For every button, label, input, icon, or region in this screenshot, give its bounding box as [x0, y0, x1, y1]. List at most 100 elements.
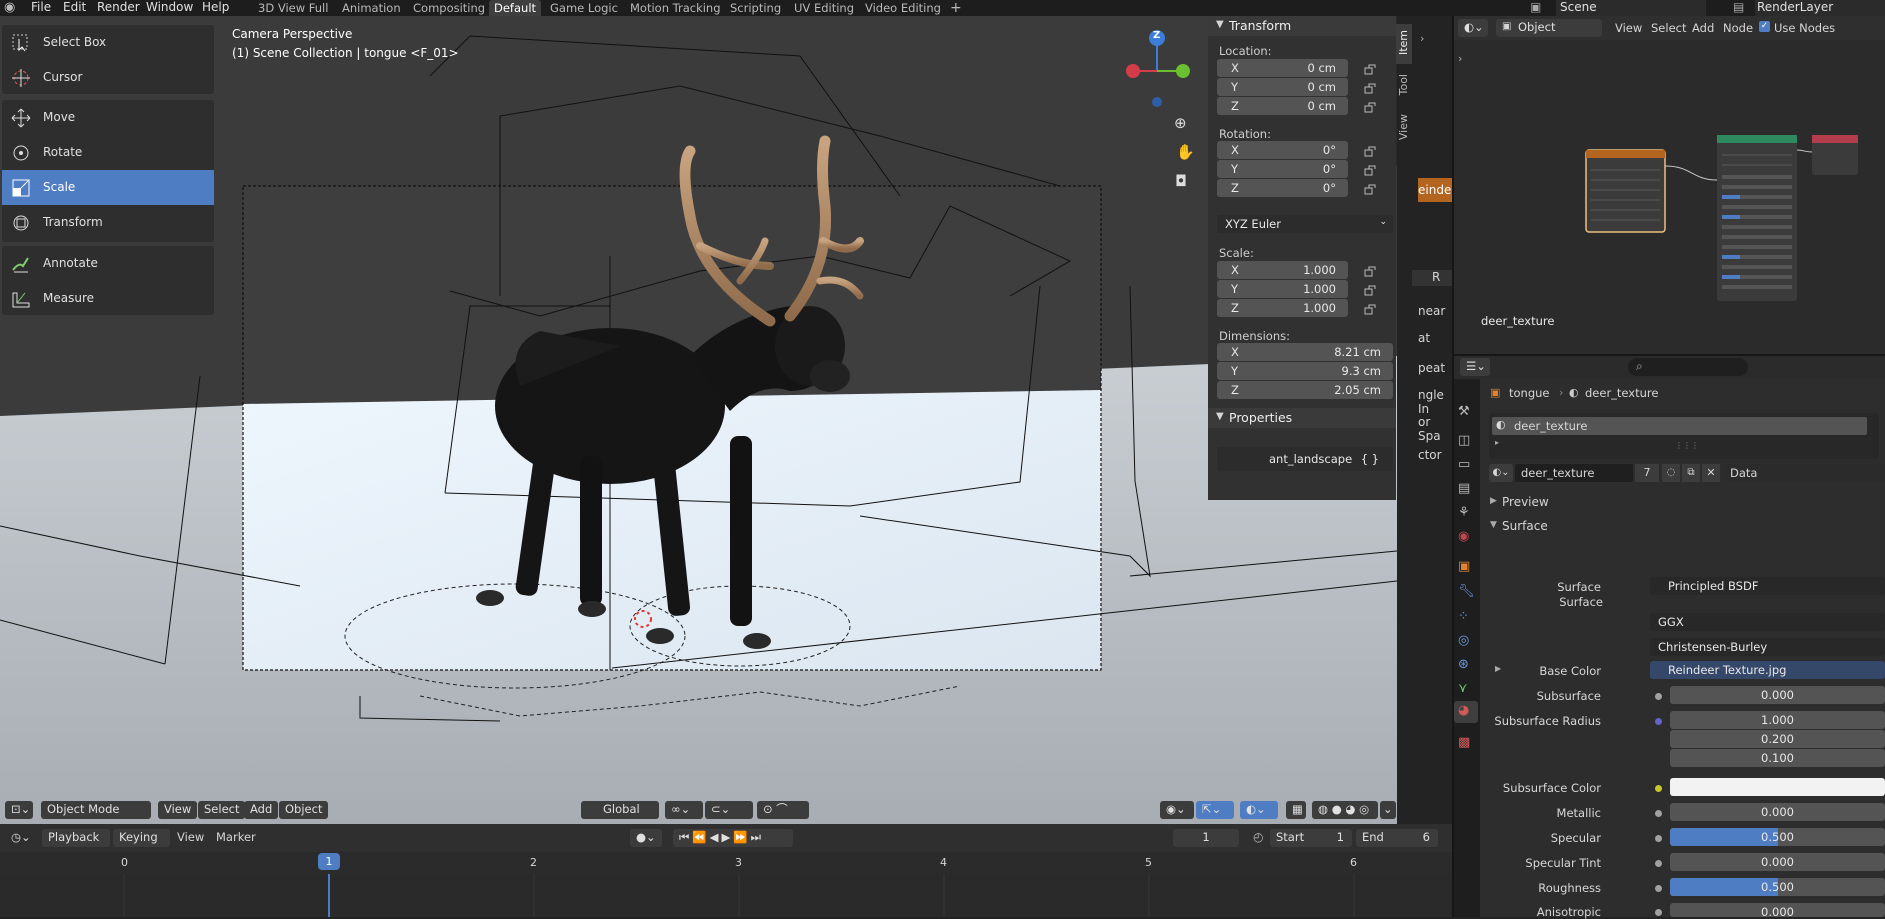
tool-select-box[interactable]: Select Box — [2, 25, 214, 60]
anisotropic-field[interactable]: 0.000 — [1670, 903, 1885, 919]
menu-object[interactable]: Object — [279, 801, 329, 819]
modifier-tab-icon[interactable]: 🔧︎ — [1458, 584, 1475, 599]
editor-separator[interactable] — [1452, 354, 1885, 356]
end-frame-field[interactable]: End 6 — [1356, 829, 1438, 847]
tab-motion-tracking[interactable]: Motion Tracking — [625, 0, 726, 16]
xray-icon[interactable]: ▦ — [1286, 801, 1306, 819]
menu-view[interactable]: View — [177, 830, 204, 844]
material-slot-row[interactable]: ◐ deer_texture — [1492, 417, 1867, 435]
menu-select[interactable]: Select — [1651, 21, 1686, 35]
shading-mode-icons[interactable]: ◍ ● ◕ ◎ — [1312, 801, 1378, 819]
menu-file[interactable]: File — [31, 0, 51, 16]
lock-icon[interactable] — [1364, 82, 1378, 94]
dimensions-z-field[interactable]: Z 2.05 cm — [1217, 381, 1393, 399]
object-tab-icon[interactable]: ▣ — [1458, 559, 1470, 574]
shader-type-dropdown[interactable]: Object — [1496, 19, 1602, 37]
output-tab-icon[interactable]: ▭ — [1458, 457, 1470, 472]
editor-type-icon[interactable]: ◐⌄ — [1458, 19, 1488, 37]
rotation-y-field[interactable]: Y 0° — [1217, 160, 1348, 178]
material-browse-icon[interactable]: ◐⌄ — [1489, 464, 1513, 482]
tool-move[interactable]: Move — [2, 100, 214, 135]
menu-select[interactable]: Select — [198, 801, 246, 819]
base-color-link-field[interactable]: Reindeer Texture.jpg — [1650, 661, 1885, 679]
surface-panel-header[interactable]: ▼ Surface — [1480, 517, 1885, 537]
visibility-icon[interactable]: ◉⌄ — [1160, 801, 1194, 819]
menu-edit[interactable]: Edit — [63, 0, 86, 16]
scene-selector[interactable]: Scene — [1556, 0, 1706, 16]
data-tab-icon[interactable]: ⋎ — [1458, 681, 1468, 696]
material-tab[interactable]: ◕ — [1454, 701, 1478, 723]
distribution-dropdown[interactable]: GGX — [1650, 613, 1885, 631]
specular-tint-field[interactable]: 0.000 — [1670, 853, 1885, 871]
shader-node-editor[interactable]: ◐⌄ Object ▣ View Select Add Node ✓ Use N… — [1452, 16, 1885, 354]
location-z-field[interactable]: Z0 cm — [1217, 97, 1348, 115]
location-y-field[interactable]: Y0 cm — [1217, 78, 1348, 96]
rotation-z-field[interactable]: Z 0° — [1217, 179, 1348, 197]
view-layer-tab-icon[interactable]: ▤ — [1458, 481, 1470, 496]
start-frame-field[interactable]: Start 1 — [1270, 829, 1352, 847]
menu-add[interactable]: Add — [1692, 21, 1714, 35]
menu-view[interactable]: View — [1615, 21, 1642, 35]
editor-type-icon[interactable]: ⊡⌄ — [5, 801, 33, 819]
unlink-icon[interactable]: ✕ — [1702, 464, 1720, 482]
material-slot-list[interactable]: ◐ deer_texture ▸ ⋮⋮⋮ — [1489, 413, 1879, 459]
preview-panel-header[interactable]: ▶ Preview — [1480, 493, 1885, 513]
lock-icon[interactable] — [1364, 101, 1378, 113]
user-count[interactable]: 7 — [1635, 464, 1659, 482]
tab-uv-editing[interactable]: UV Editing — [789, 0, 859, 16]
tool-cursor[interactable]: Cursor — [2, 60, 214, 95]
tab-item[interactable]: Item — [1396, 24, 1412, 64]
specular-slider[interactable]: 0.500 — [1670, 828, 1885, 846]
overlay-toggle-icon[interactable]: ◐⌄ — [1240, 801, 1278, 819]
subsurface-radius-y-field[interactable]: 0.200 — [1670, 730, 1885, 748]
menu-view[interactable]: View — [158, 801, 198, 819]
tool-measure[interactable]: Measure — [2, 281, 214, 316]
properties-panel-header[interactable]: ▼ Properties — [1208, 408, 1396, 428]
rotation-x-field[interactable]: X 0° — [1217, 141, 1348, 159]
lock-icon[interactable] — [1364, 303, 1378, 315]
frame-ruler[interactable]: 0 1 2 3 4 5 6 — [0, 852, 1452, 874]
tab-scripting[interactable]: Scripting — [725, 0, 786, 16]
lock-icon[interactable] — [1364, 284, 1378, 296]
roughness-slider[interactable]: 0.500 — [1670, 878, 1885, 896]
tool-scale[interactable]: Scale — [2, 170, 214, 205]
auto-keying-icon[interactable]: ●⌄ — [630, 829, 662, 847]
tool-tab-icon[interactable]: ⚒ — [1458, 404, 1470, 419]
zoom-icon[interactable]: ⊕ — [1174, 114, 1187, 132]
gizmo-toggle-icon[interactable]: ⇱⌄ — [1196, 801, 1234, 819]
link-mode-dropdown[interactable]: Data — [1724, 464, 1885, 482]
collapse-chevron-icon[interactable]: › — [1420, 32, 1424, 45]
tab-game-logic[interactable]: Game Logic — [545, 0, 623, 16]
3d-viewport[interactable]: Select Box Cursor Move Rotate Scale Tran… — [0, 16, 1397, 824]
node-graph[interactable] — [1452, 40, 1885, 354]
scale-z-field[interactable]: Z 1.000 — [1217, 299, 1348, 317]
lock-icon[interactable] — [1364, 63, 1378, 75]
tab-video-editing[interactable]: Video Editing — [860, 0, 946, 16]
particles-tab-icon[interactable]: ⁘ — [1458, 609, 1469, 624]
current-frame-field[interactable]: 1 — [1173, 829, 1239, 847]
resize-handle-icon[interactable]: ⋮⋮⋮ — [1675, 441, 1699, 450]
object-mode-dropdown[interactable]: Object Mode — [41, 801, 151, 819]
subsurface-method-dropdown[interactable]: Christensen-Burley — [1650, 638, 1885, 656]
fake-user-icon[interactable]: ◌ — [1662, 464, 1680, 482]
physics-tab-icon[interactable]: ◎ — [1458, 633, 1469, 648]
timeline[interactable]: ◷⌄ Playback ⌄ Keying ⌄ View Marker ●⌄ ⏮⏪… — [0, 824, 1452, 917]
scale-x-field[interactable]: X 1.000 — [1217, 261, 1348, 279]
dimensions-x-field[interactable]: X 8.21 cm — [1217, 343, 1393, 361]
tab-3d-view-full[interactable]: 3D View Full — [253, 0, 333, 16]
partial-tab[interactable]: einde — [1418, 178, 1452, 202]
dimensions-y-field[interactable]: Y 9.3 cm — [1217, 362, 1393, 380]
tab-animation[interactable]: Animation — [337, 0, 406, 16]
clock-icon[interactable]: ◷⌄ — [5, 829, 35, 847]
expand-arrow-icon[interactable]: ▸ — [1495, 438, 1499, 447]
blender-logo-icon[interactable]: ◉ — [4, 0, 15, 16]
lock-icon[interactable] — [1364, 145, 1378, 157]
camera-view-icon[interactable]: ◘ — [1175, 172, 1187, 190]
duplicate-icon[interactable]: ⧉ — [1682, 464, 1700, 482]
render-layer-icon[interactable]: ▤ — [1733, 0, 1744, 16]
surface-shader-field[interactable]: Principled BSDF — [1650, 577, 1885, 595]
playback-controls[interactable]: ⏮⏪◀▶⏩⏭ — [673, 829, 793, 847]
keying-dropdown[interactable]: Keying ⌄ — [113, 829, 170, 863]
rotation-mode-dropdown[interactable]: XYZ Euler ⌄ — [1217, 215, 1393, 233]
scale-y-field[interactable]: Y 1.000 — [1217, 280, 1348, 298]
